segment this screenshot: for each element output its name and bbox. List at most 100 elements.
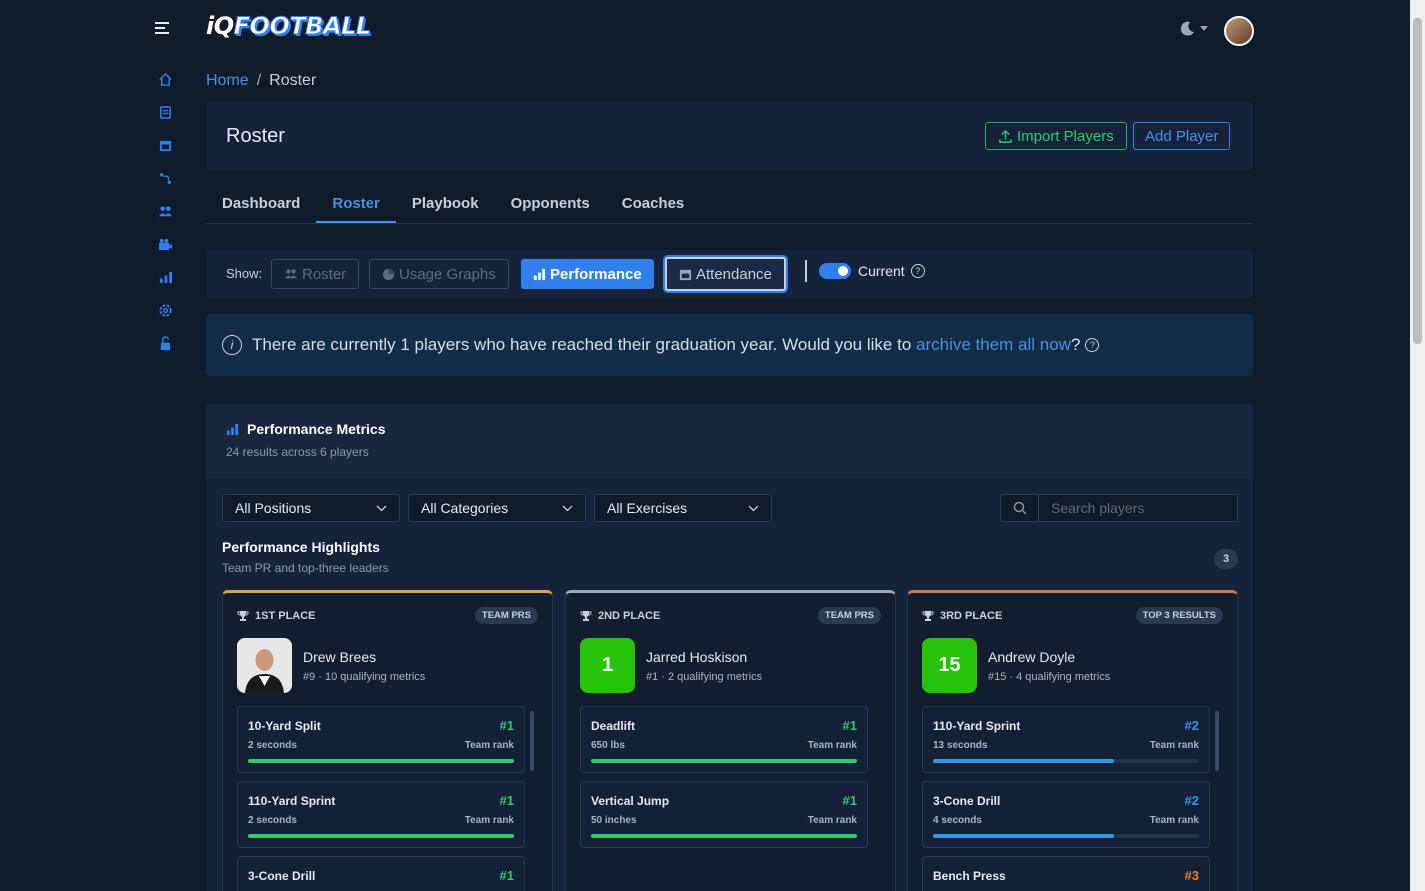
page-scrollbar[interactable]	[1410, 0, 1425, 891]
help-icon[interactable]: ?	[910, 264, 925, 278]
metric-rank: #2	[1184, 793, 1199, 808]
user-avatar[interactable]	[1224, 16, 1254, 46]
metric-value: 13 seconds	[933, 740, 988, 751]
metric-progress-bar	[248, 834, 514, 838]
sidebar-item-playbook[interactable]	[150, 163, 180, 193]
sidebar-item-video[interactable]	[150, 229, 180, 259]
show-usage-graphs-button[interactable]: Usage Graphs	[369, 259, 509, 289]
metric-item[interactable]: 10-Yard Split #1 2 seconds Team rank	[237, 706, 525, 773]
menu-toggle-icon[interactable]	[155, 20, 171, 39]
chevron-down-icon	[376, 505, 387, 511]
place-label: 2ND PLACE	[580, 610, 660, 622]
sidebar-item-calendar[interactable]	[150, 130, 180, 160]
metric-rank: #3	[1184, 868, 1199, 883]
show-label: Show:	[226, 266, 263, 281]
player-name[interactable]: Andrew Doyle	[988, 649, 1075, 665]
metric-item[interactable]: Bench Press #3	[922, 856, 1210, 891]
tab-playbook[interactable]: Playbook	[396, 186, 495, 223]
metric-name: Vertical Jump	[591, 794, 670, 808]
exercises-filter[interactable]: All Exercises	[594, 494, 772, 522]
help-icon[interactable]: ?	[1085, 338, 1100, 352]
metric-list: 10-Yard Split #1 2 seconds Team rank 110…	[237, 706, 525, 891]
metrics-title: Performance Metrics	[226, 421, 386, 437]
leader-card[interactable]: 1ST PLACE TEAM PRS Drew Brees #9 · 10 qu…	[222, 590, 553, 891]
chevron-down-icon	[562, 505, 573, 511]
trophy-icon	[580, 611, 592, 621]
metric-item[interactable]: 3-Cone Drill #2 4 seconds Team rank	[922, 781, 1210, 848]
metrics-subtitle: 24 results across 6 players	[226, 445, 369, 459]
show-performance-button[interactable]: Performance	[521, 259, 654, 289]
pie-chart-icon	[382, 268, 395, 280]
metric-progress-bar	[591, 759, 857, 763]
playbook-icon	[159, 172, 171, 184]
tab-roster[interactable]: Roster	[316, 186, 396, 223]
categories-filter[interactable]: All Categories	[408, 494, 586, 522]
calendar-icon	[679, 269, 692, 280]
metric-item[interactable]: Deadlift #1 650 lbs Team rank	[580, 706, 868, 773]
metric-value: 2 seconds	[248, 740, 297, 751]
trophy-icon	[922, 611, 934, 621]
card-scrollbar[interactable]	[530, 711, 534, 771]
metric-progress-bar	[248, 759, 514, 763]
bar-chart-icon	[533, 268, 546, 280]
show-roster-button[interactable]: Roster	[271, 259, 360, 289]
sidebar-item-players[interactable]	[150, 196, 180, 226]
player-name[interactable]: Jarred Hoskison	[646, 649, 747, 665]
player-name[interactable]: Drew Brees	[303, 649, 376, 665]
search-input[interactable]	[1039, 500, 1229, 516]
bar-chart-icon	[226, 423, 239, 435]
metric-progress-fill	[591, 759, 857, 763]
performance-metrics-panel: Performance Metrics 24 results across 6 …	[206, 404, 1253, 891]
page-title: Roster	[226, 125, 285, 147]
highlights-count-badge: 3	[1214, 549, 1238, 569]
app-logo[interactable]: iQFOOTBALL	[206, 12, 372, 41]
metric-item[interactable]: 3-Cone Drill #1	[237, 856, 525, 891]
card-scrollbar[interactable]	[1215, 711, 1219, 771]
player-avatar: 1	[580, 638, 635, 693]
scrollbar-thumb[interactable]	[1413, 18, 1422, 344]
current-label: Current ?	[858, 263, 925, 279]
metric-rank-label: Team rank	[1149, 815, 1199, 826]
metric-progress-bar	[933, 759, 1199, 763]
alert-text-end: ?	[1070, 335, 1081, 354]
metric-rank-label: Team rank	[1149, 740, 1199, 751]
sidebar-item-logout[interactable]	[150, 328, 180, 358]
metric-rank: #2	[1184, 718, 1199, 733]
upload-icon	[999, 129, 1012, 143]
metric-item[interactable]: Vertical Jump #1 50 inches Team rank	[580, 781, 868, 848]
tab-opponents[interactable]: Opponents	[495, 186, 606, 223]
metric-progress-fill	[248, 834, 514, 838]
leader-card[interactable]: 3RD PLACE TOP 3 RESULTS 15 Andrew Doyle …	[907, 590, 1238, 891]
place-label: 1ST PLACE	[237, 610, 316, 622]
player-meta: #9 · 10 qualifying metrics	[303, 671, 426, 683]
metric-list: Deadlift #1 650 lbs Team rank Vertical J…	[580, 706, 868, 856]
metric-item[interactable]: 110-Yard Sprint #1 2 seconds Team rank	[237, 781, 525, 848]
import-players-button[interactable]: Import Players	[985, 122, 1127, 150]
sidebar-item-stats[interactable]	[150, 262, 180, 292]
breadcrumb-current: Roster	[269, 72, 317, 89]
sidebar-item-home[interactable]	[150, 64, 180, 94]
card-badge: TEAM PRS	[474, 607, 538, 624]
metric-item[interactable]: 110-Yard Sprint #2 13 seconds Team rank	[922, 706, 1210, 773]
add-player-button[interactable]: Add Player	[1133, 122, 1231, 150]
metric-progress-fill	[248, 759, 514, 763]
tab-coaches[interactable]: Coaches	[606, 186, 701, 223]
leader-card[interactable]: 2ND PLACE TEAM PRS 1 Jarred Hoskison #1 …	[565, 590, 896, 891]
users-icon	[158, 205, 172, 216]
metric-rank: #1	[499, 868, 514, 883]
sidebar-item-settings[interactable]	[150, 295, 180, 325]
info-icon: i	[222, 335, 242, 355]
chevron-down-icon	[748, 505, 759, 511]
metric-name: 110-Yard Sprint	[933, 719, 1021, 733]
breadcrumb: Home / Roster	[206, 72, 316, 90]
sidebar-item-documents[interactable]	[150, 97, 180, 127]
metric-name: Deadlift	[591, 719, 636, 733]
metric-name: 110-Yard Sprint	[248, 794, 336, 808]
archive-all-link[interactable]: archive them all now	[916, 335, 1071, 355]
current-toggle[interactable]	[819, 263, 851, 279]
tab-dashboard[interactable]: Dashboard	[206, 186, 316, 223]
show-attendance-button[interactable]: Attendance	[665, 257, 786, 291]
breadcrumb-home-link[interactable]: Home	[206, 72, 249, 89]
theme-toggle[interactable]	[1178, 20, 1208, 38]
positions-filter[interactable]: All Positions	[222, 494, 400, 522]
